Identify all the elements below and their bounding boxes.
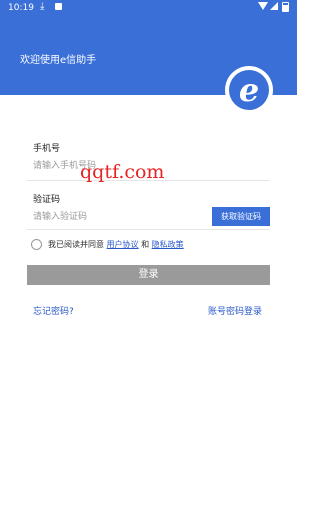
agreement-prefix: 我已阅读并同意 <box>48 240 104 249</box>
watermark: qqtf.com <box>80 161 165 183</box>
agreement-row: 我已阅读并同意 用户协议 和 隐私政策 <box>48 239 184 250</box>
agreement-and: 和 <box>141 240 150 249</box>
user-agreement-link[interactable]: 用户协议 <box>107 240 139 249</box>
wifi-icon <box>258 2 268 10</box>
status-time: 10:19 <box>8 3 34 13</box>
logo-letter: e <box>229 70 269 110</box>
agree-radio[interactable] <box>31 239 42 250</box>
account-password-login-link[interactable]: 账号密码登录 <box>208 304 262 317</box>
battery-icon <box>282 2 289 12</box>
get-code-button[interactable]: 获取验证码 <box>212 207 270 226</box>
code-input[interactable] <box>33 210 203 223</box>
phone-label: 手机号 <box>33 144 61 154</box>
login-button[interactable]: 登录 <box>27 265 270 285</box>
app-title: 欢迎使用e信助手 <box>20 55 97 66</box>
notification-icon <box>55 3 62 10</box>
privacy-policy-link[interactable]: 隐私政策 <box>152 240 184 249</box>
forgot-password-link[interactable]: 忘记密码? <box>33 304 74 317</box>
signal-icon <box>270 2 278 10</box>
code-divider <box>27 229 270 230</box>
code-label: 验证码 <box>33 195 61 205</box>
status-bar: 10:19 ⤓ <box>0 0 297 16</box>
download-icon: ⤓ <box>40 1 45 12</box>
app-logo: e <box>225 66 273 114</box>
